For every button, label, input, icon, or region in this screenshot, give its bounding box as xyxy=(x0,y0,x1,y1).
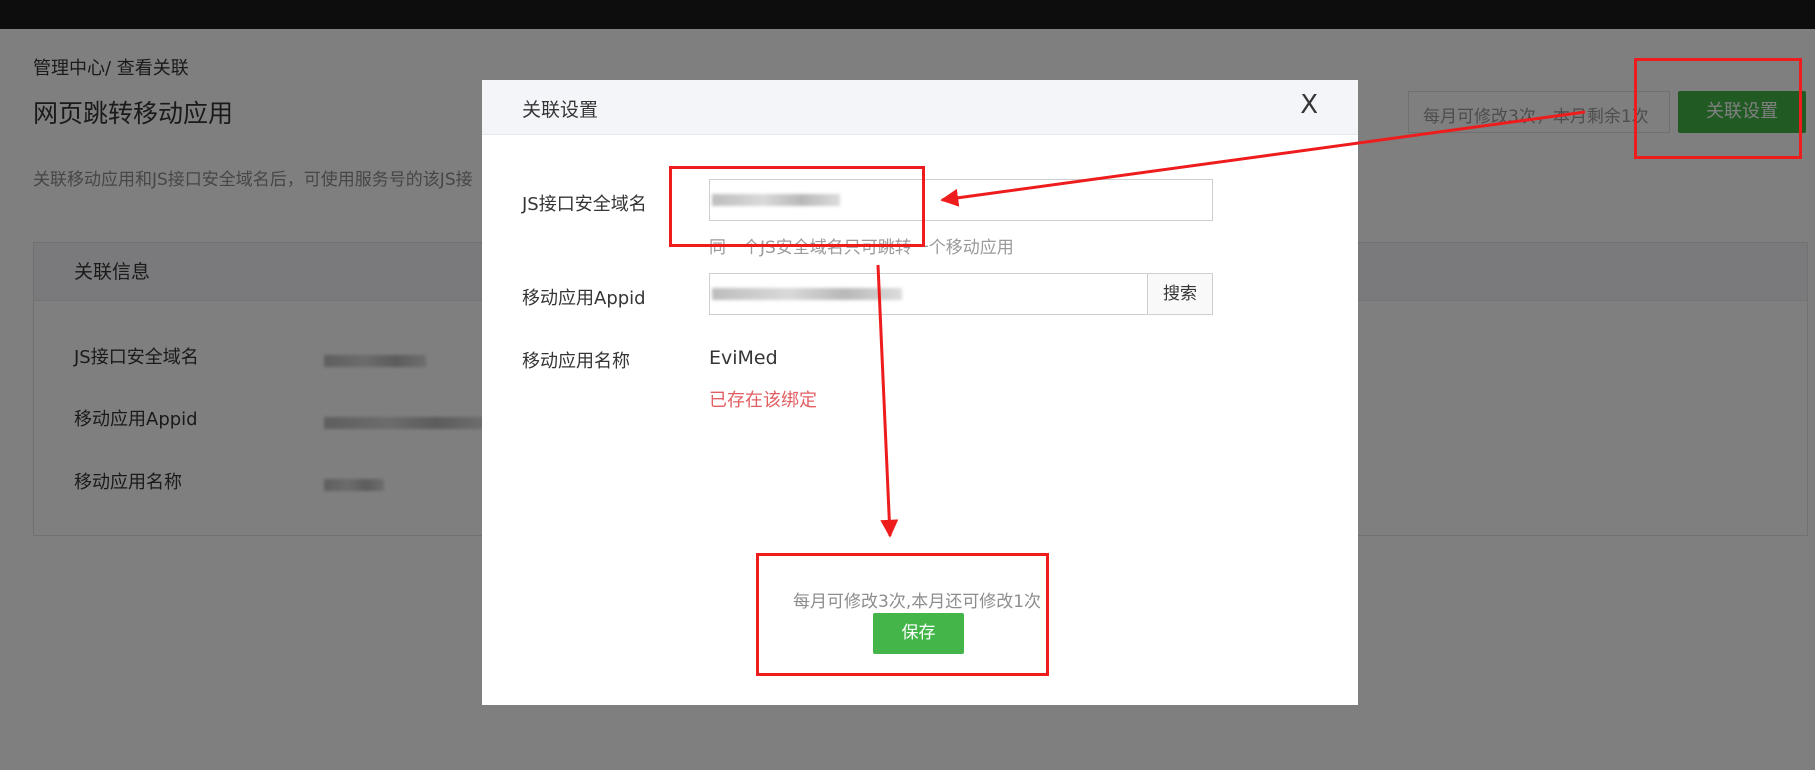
annotation-arrows xyxy=(876,110,1586,538)
arrow-to-js-domain xyxy=(940,110,1586,207)
arrow-to-save xyxy=(876,264,899,538)
